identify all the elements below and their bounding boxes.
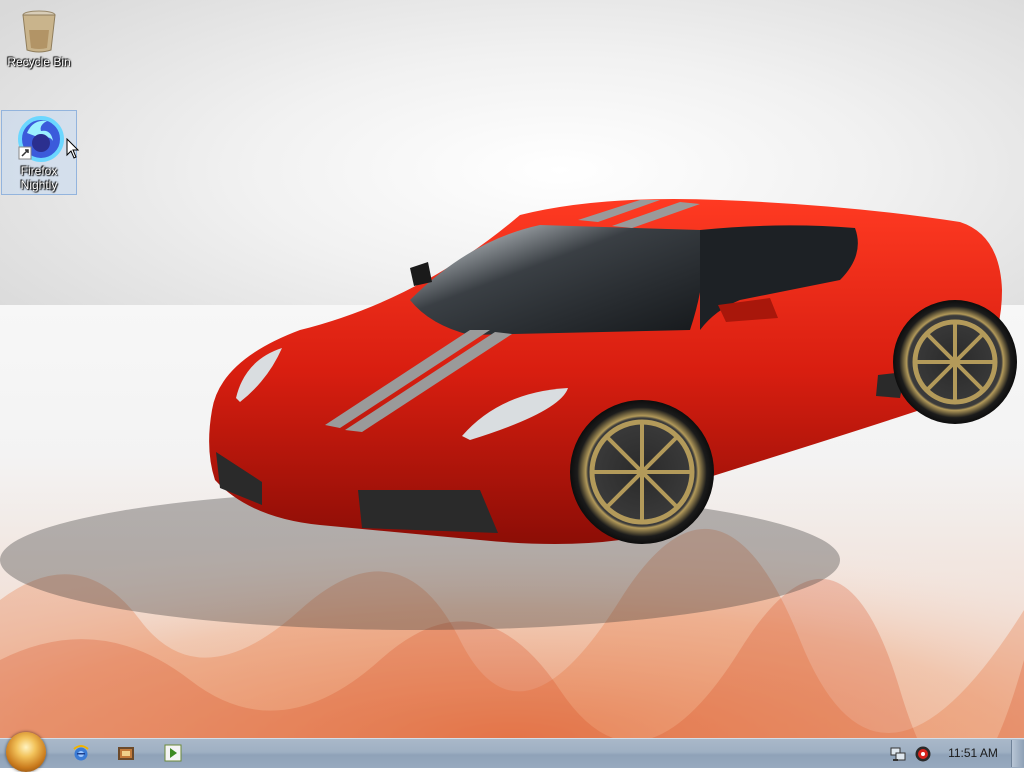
recycle-bin-icon: [17, 6, 61, 54]
show-desktop-button[interactable]: [1011, 740, 1024, 767]
recycle-bin-shortcut[interactable]: Recycle Bin: [1, 2, 77, 69]
recycle-bin-label: Recycle Bin: [7, 55, 71, 69]
wallpaper-ferrari: [0, 199, 1024, 738]
mouse-cursor-icon: [66, 138, 80, 159]
start-orb-icon[interactable]: [6, 732, 46, 772]
network-icon[interactable]: [890, 746, 906, 762]
desktop[interactable]: Recycle Bin Firefox Nightly: [0, 0, 1024, 738]
media-player-icon[interactable]: [164, 744, 182, 762]
firefox-nightly-label: Firefox Nightly: [20, 164, 58, 192]
taskbar-clock[interactable]: 11:51 AM: [940, 746, 1006, 760]
firefox-nightly-icon: [17, 115, 64, 163]
volume-icon[interactable]: [914, 745, 932, 763]
internet-explorer-icon[interactable]: [72, 744, 90, 762]
taskbar: 11:51 AM: [0, 732, 1024, 772]
windows-explorer-icon[interactable]: [117, 744, 135, 762]
